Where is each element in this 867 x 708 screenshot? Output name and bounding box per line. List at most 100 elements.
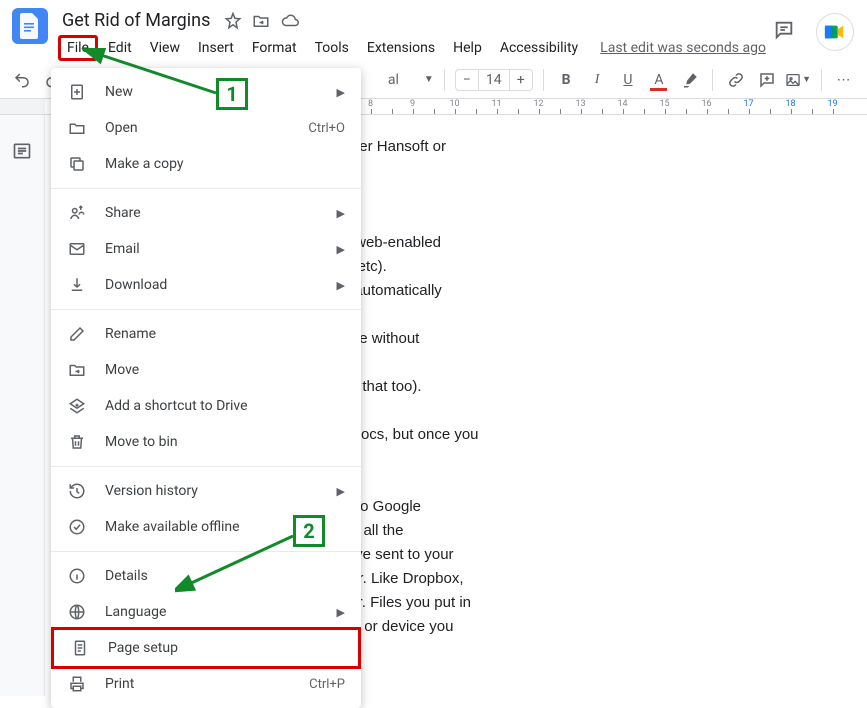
ruler-tick (801, 99, 822, 114)
file-menu-language[interactable]: Language▶ (51, 594, 361, 630)
file-menu-move[interactable]: Move (51, 352, 361, 388)
submenu-arrow-icon: ▶ (337, 485, 345, 498)
cloud-icon[interactable] (280, 12, 300, 30)
ruler-tick: 16 (696, 99, 717, 114)
file-menu-add-a-shortcut-to-drive[interactable]: Add a shortcut to Drive (51, 388, 361, 424)
move-icon[interactable] (252, 12, 270, 30)
history-icon (67, 481, 87, 501)
email-icon (67, 239, 87, 259)
ruler-tick (465, 99, 486, 114)
menu-item-label: Move to bin (105, 434, 345, 450)
font-size-decrease[interactable]: − (456, 72, 478, 88)
menu-divider (51, 188, 361, 189)
add-shortcut-icon (67, 396, 87, 416)
italic-button[interactable]: I (585, 67, 610, 93)
ruler-tick (675, 99, 696, 114)
text-color-button[interactable]: A (646, 67, 671, 93)
file-menu-version-history[interactable]: Version history▶ (51, 473, 361, 509)
menu-divider (51, 466, 361, 467)
menu-shortcut: Ctrl+P (309, 677, 345, 692)
menu-tools[interactable]: Tools (307, 36, 357, 60)
menu-item-label: Download (105, 277, 337, 293)
ruler-tick: 13 (570, 99, 591, 114)
download-icon (67, 275, 87, 295)
menu-file[interactable]: File (58, 35, 98, 61)
trash-icon (67, 432, 87, 452)
underline-button[interactable]: U (616, 67, 641, 93)
outline-icon[interactable] (12, 141, 32, 696)
font-size-increase[interactable]: + (510, 72, 532, 88)
last-edit-link[interactable]: Last edit was seconds ago (600, 40, 766, 56)
comments-icon[interactable] (773, 19, 795, 45)
print-icon (67, 674, 87, 694)
insert-link-icon[interactable] (723, 67, 748, 93)
menu-edit[interactable]: Edit (100, 36, 140, 60)
ruler-tick (507, 99, 528, 114)
file-menu-move-to-bin[interactable]: Move to bin (51, 424, 361, 460)
chevron-down-icon[interactable]: ▼ (424, 74, 434, 85)
file-menu-share[interactable]: Share▶ (51, 195, 361, 231)
annotation-2: 2 (293, 515, 325, 547)
menu-insert[interactable]: Insert (190, 36, 242, 60)
document-title[interactable]: Get Rid of Margins (58, 8, 214, 33)
menu-view[interactable]: View (142, 36, 188, 60)
file-menu-rename[interactable]: Rename (51, 316, 361, 352)
menu-item-label: Language (105, 604, 337, 620)
file-menu-print[interactable]: PrintCtrl+P (51, 666, 361, 702)
file-menu-download[interactable]: Download▶ (51, 267, 361, 303)
ruler-tick: 15 (654, 99, 675, 114)
bold-button[interactable]: B (554, 67, 579, 93)
highlight-icon[interactable] (677, 67, 702, 93)
ruler-tick (633, 99, 654, 114)
menu-item-label: Add a shortcut to Drive (105, 398, 345, 414)
menu-accessibility[interactable]: Accessibility (492, 36, 586, 60)
ruler-tick: 19 (822, 99, 843, 114)
menu-item-label: Move (105, 362, 345, 378)
font-name-field[interactable]: al (388, 72, 418, 88)
submenu-arrow-icon: ▶ (337, 243, 345, 256)
docs-logo-icon[interactable] (12, 8, 48, 44)
rename-icon (67, 324, 87, 344)
file-menu-new[interactable]: New▶ (51, 74, 361, 110)
submenu-arrow-icon: ▶ (337, 86, 345, 99)
ruler-tick (423, 99, 444, 114)
file-menu-make-a-copy[interactable]: Make a copy (51, 146, 361, 182)
menu-item-label: Share (105, 205, 337, 221)
ruler-tick (549, 99, 570, 114)
offline-icon (67, 517, 87, 537)
plus-doc-icon (67, 82, 87, 102)
ruler-tick: 17 (738, 99, 759, 114)
submenu-arrow-icon: ▶ (337, 606, 345, 619)
more-button[interactable]: ⋯ (832, 67, 857, 93)
menu-help[interactable]: Help (445, 36, 490, 60)
undo-icon[interactable] (10, 67, 35, 93)
ruler-tick: 11 (486, 99, 507, 114)
file-menu-open[interactable]: OpenCtrl+O (51, 110, 361, 146)
ruler-tick (381, 99, 402, 114)
file-menu-page-setup[interactable]: Page setup (51, 627, 361, 669)
file-menu-details[interactable]: Details (51, 558, 361, 594)
menu-item-label: Rename (105, 326, 345, 342)
menu-item-label: Version history (105, 483, 337, 499)
copy-icon (67, 154, 87, 174)
add-comment-icon[interactable] (754, 67, 779, 93)
menu-item-label: Open (105, 120, 308, 136)
header: Get Rid of Margins File Edit View Insert… (0, 0, 867, 61)
menu-item-label: Email (105, 241, 337, 257)
menu-format[interactable]: Format (244, 36, 305, 60)
ruler-tick (717, 99, 738, 114)
ruler-tick: 14 (612, 99, 633, 114)
meet-icon[interactable] (817, 14, 853, 50)
ruler-tick (591, 99, 612, 114)
page-setup-icon (70, 638, 90, 658)
left-gutter (0, 115, 45, 696)
font-size-value[interactable]: 14 (478, 70, 510, 90)
menu-extensions[interactable]: Extensions (359, 36, 443, 60)
star-icon[interactable] (224, 12, 242, 30)
ruler-tick: 18 (780, 99, 801, 114)
insert-image-icon[interactable]: ▼ (785, 67, 811, 93)
file-menu-email[interactable]: Email▶ (51, 231, 361, 267)
annotation-1: 1 (216, 78, 248, 110)
title-area: Get Rid of Margins File Edit View Insert… (58, 8, 855, 61)
menu-item-label: Details (105, 568, 345, 584)
